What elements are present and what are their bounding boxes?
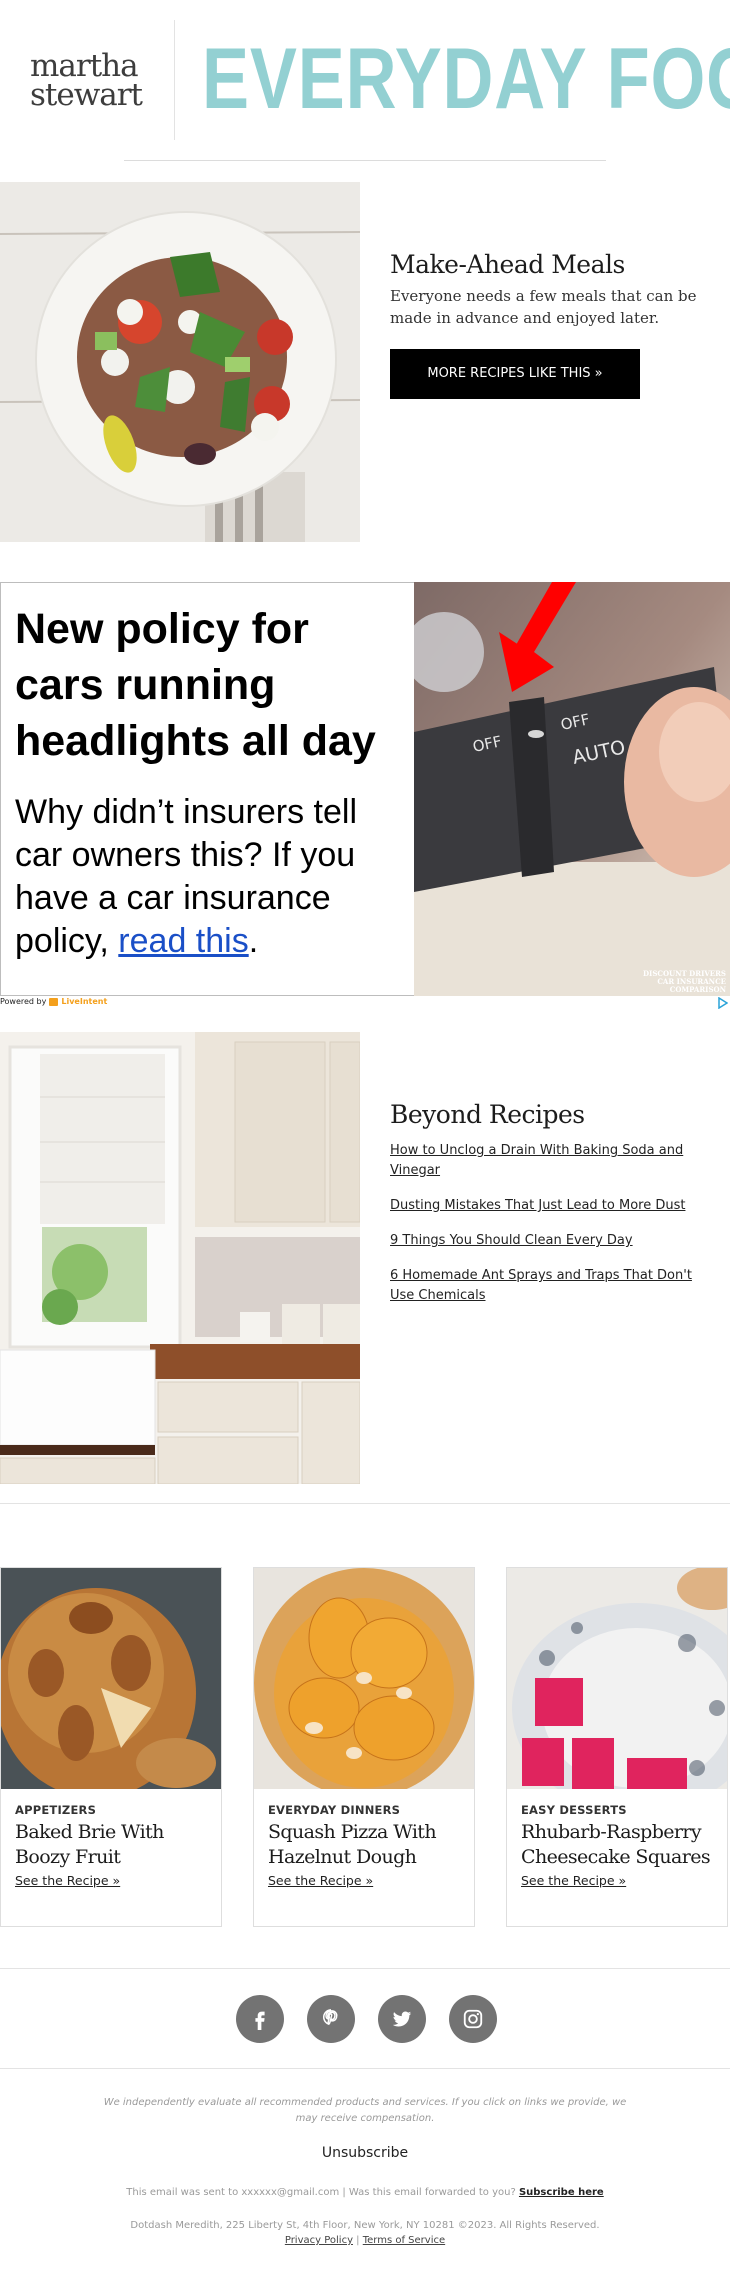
ad-body-suffix: . [248, 922, 259, 960]
header-divider [124, 160, 606, 161]
baked-brie-image[interactable] [1, 1568, 221, 1789]
adchoices-icon[interactable] [718, 997, 728, 1009]
unsubscribe-link[interactable]: Unsubscribe [322, 2145, 408, 2161]
company-address: Dotdash Meredith, 225 Liberty St, 4th Fl… [0, 2218, 730, 2248]
feature-content: Make-Ahead Meals Everyone needs a few me… [390, 250, 710, 399]
section-divider [0, 1503, 730, 1504]
more-recipes-button[interactable]: MORE RECIPES LIKE THIS » [390, 349, 640, 399]
card-title[interactable]: Rhubarb-Raspberry Cheesecake Squares [521, 1820, 713, 1870]
subscribe-here-link[interactable]: Subscribe here [519, 2187, 604, 2198]
social-links [236, 1995, 497, 2043]
terms-of-service-link[interactable]: Terms of Service [363, 2235, 445, 2246]
see-recipe-link[interactable]: See the Recipe » [15, 1873, 120, 1888]
beyond-recipes-title: Beyond Recipes [390, 1100, 585, 1129]
caption-line-3: COMPARISON [669, 985, 726, 994]
ad-read-this-link[interactable]: read this [118, 922, 248, 960]
martha-stewart-logo[interactable]: martha stewart [30, 51, 143, 113]
ad-caption: DISCOUNT DRIVERS CAR INSURANCE COMPARISO… [643, 970, 726, 994]
affiliate-disclaimer: We independently evaluate all recommende… [103, 2097, 627, 2124]
recipe-card[interactable]: EVERYDAY DINNERS Squash Pizza With Hazel… [253, 1567, 475, 1927]
card-title[interactable]: Squash Pizza With Hazelnut Dough [268, 1820, 460, 1870]
section-divider [0, 1968, 730, 1969]
headlight-stalk-image[interactable]: OFF OFF AUTO DISCOUNT DRIVERS CAR INSURA… [414, 582, 730, 996]
beyond-link[interactable]: 9 Things You Should Clean Every Day [390, 1231, 720, 1251]
card-category: APPETIZERS [15, 1803, 97, 1817]
recipe-card[interactable]: EASY DESSERTS Rhubarb-Raspberry Cheeseca… [506, 1567, 728, 1927]
section-divider [0, 2068, 730, 2069]
salad-bowl-image[interactable] [0, 182, 360, 542]
instagram-icon[interactable] [449, 1995, 497, 2043]
sponsored-ad[interactable]: New policy for cars running headlights a… [0, 582, 730, 996]
recipe-card[interactable]: APPETIZERS Baked Brie With Boozy Fruit S… [0, 1567, 222, 1927]
ad-body[interactable]: Why didn’t insurers tell car owners this… [15, 791, 400, 963]
pinterest-icon[interactable] [307, 1995, 355, 2043]
beyond-link[interactable]: Dusting Mistakes That Just Lead to More … [390, 1196, 720, 1216]
address-text: Dotdash Meredith, 225 Liberty St, 4th Fl… [130, 2220, 600, 2231]
powered-by-liveintent[interactable]: Powered by LiveIntent [0, 997, 107, 1006]
email-header: martha stewart EVERYDAY FOOD [0, 0, 730, 170]
logo-line-2: stewart [30, 77, 143, 113]
powered-by-label: Powered by [0, 997, 47, 1006]
see-recipe-link[interactable]: See the Recipe » [521, 1873, 626, 1888]
beyond-recipes: Beyond Recipes How to Unclog a Drain Wit… [390, 1100, 720, 1321]
facebook-icon[interactable] [236, 1995, 284, 2043]
feature-description: Everyone needs a few meals that can be m… [390, 287, 697, 327]
see-recipe-link[interactable]: See the Recipe » [268, 1873, 373, 1888]
card-title[interactable]: Baked Brie With Boozy Fruit [15, 1820, 207, 1870]
liveintent-logo-icon [49, 997, 59, 1006]
logo-divider [174, 20, 175, 140]
card-category: EVERYDAY DINNERS [268, 1803, 401, 1817]
beyond-link[interactable]: How to Unclog a Drain With Baking Soda a… [390, 1141, 720, 1181]
beyond-link[interactable]: 6 Homemade Ant Sprays and Traps That Don… [390, 1266, 720, 1306]
kitchen-image[interactable] [0, 1032, 360, 1484]
everyday-food-logo[interactable]: EVERYDAY FOOD [202, 34, 730, 124]
card-category: EASY DESSERTS [521, 1803, 627, 1817]
link-separator: | [353, 2235, 363, 2246]
liveintent-name: LiveIntent [61, 997, 108, 1006]
ad-text-panel[interactable]: New policy for cars running headlights a… [0, 582, 414, 996]
cheesecake-squares-image[interactable] [507, 1568, 727, 1789]
feature-title[interactable]: Make-Ahead Meals [390, 250, 710, 279]
sent-to-text: This email was sent to xxxxxx@gmail.com … [126, 2187, 519, 2198]
sent-to-line: This email was sent to xxxxxx@gmail.com … [0, 2187, 730, 2198]
privacy-policy-link[interactable]: Privacy Policy [285, 2235, 353, 2246]
squash-pizza-image[interactable] [254, 1568, 474, 1789]
ad-headline[interactable]: New policy for cars running headlights a… [15, 601, 400, 769]
twitter-icon[interactable] [378, 1995, 426, 2043]
unsubscribe-section: Unsubscribe [0, 2145, 730, 2161]
